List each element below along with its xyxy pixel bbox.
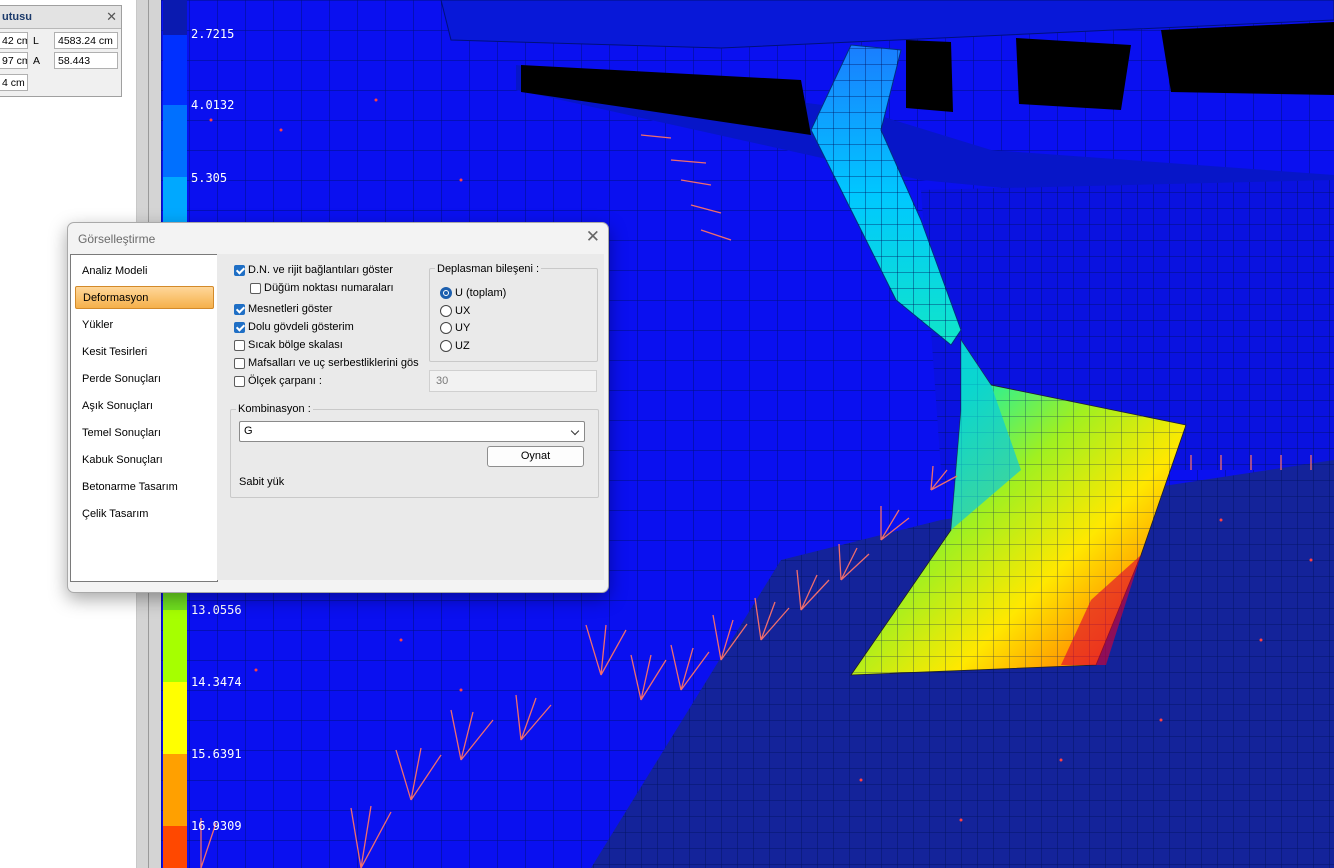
combination-select-value: G — [244, 425, 253, 437]
chevron-down-icon — [570, 426, 580, 436]
checkbox-node-numbers-label: Düğüm noktası numaraları — [264, 282, 394, 294]
info-cell-1: 42 cm — [0, 32, 28, 49]
play-button[interactable]: Oynat — [487, 446, 584, 467]
legend-value-7: 16.9309 — [191, 819, 242, 833]
info-cell-4: 58.443 — [54, 52, 118, 69]
nav-item-kesit-tesirleri[interactable]: Kesit Tesirleri — [71, 341, 217, 364]
nav-item-kabuk-sonuclari[interactable]: Kabuk Sonuçları — [71, 449, 217, 472]
visualization-dialog: Görselleştirme ✕ Analiz Modeli Deformasy… — [67, 222, 609, 593]
checkbox-solid-view[interactable] — [234, 322, 245, 333]
checkbox-hinges[interactable] — [234, 358, 245, 369]
info-cell-3: 97 cm — [0, 52, 28, 69]
checkbox-hot-scale[interactable] — [234, 340, 245, 351]
info-label-a: A — [33, 55, 41, 67]
legend-value-3: 5.305 — [191, 171, 228, 185]
info-box-titlebar: utusu ✕ — [0, 6, 121, 29]
legend-value-2: 4.0132 — [191, 98, 235, 112]
checkbox-solid-view-label: Dolu gövdeli gösterim — [248, 321, 354, 333]
legend-value-5: 14.3474 — [191, 675, 242, 689]
nav-item-perde-sonuclari[interactable]: Perde Sonuçları — [71, 368, 217, 391]
nav-item-celik-tasarim[interactable]: Çelik Tasarım — [71, 503, 217, 526]
info-label-l: L — [33, 35, 39, 47]
info-box-title: utusu — [2, 11, 32, 23]
deformation-settings: D.N. ve rijit bağlantıları göster Düğüm … — [217, 254, 604, 580]
displacement-group-title: Deplasman bileşeni : — [435, 263, 542, 275]
close-icon[interactable]: ✕ — [586, 227, 600, 247]
combination-group-title: Kombinasyon : — [236, 403, 313, 415]
checkbox-scale-factor[interactable] — [234, 376, 245, 387]
combination-description: Sabit yük — [239, 476, 285, 488]
checkbox-scale-factor-label: Ölçek çarpanı : — [248, 375, 322, 387]
opening-3 — [1016, 38, 1131, 110]
nav-item-yukler[interactable]: Yükler — [71, 314, 217, 337]
opening-2 — [906, 40, 953, 112]
radio-u-total-label: U (toplam) — [455, 287, 507, 299]
dialog-title: Görselleştirme — [78, 232, 156, 246]
legend-value-4: 13.0556 — [191, 603, 242, 617]
radio-uz[interactable] — [440, 340, 452, 352]
radio-ux[interactable] — [440, 305, 452, 317]
checkbox-hinges-label: Mafsalları ve uç serbestliklerini gös — [248, 357, 419, 369]
checkbox-supports[interactable] — [234, 304, 245, 315]
legend-value-6: 15.6391 — [191, 747, 242, 761]
category-list: Analiz Modeli Deformasyon Yükler Kesit T… — [70, 254, 218, 582]
checkbox-dn-rijit-label: D.N. ve rijit bağlantıları göster — [248, 264, 393, 276]
nav-item-betonarme-tasarim[interactable]: Betonarme Tasarım — [71, 476, 217, 499]
combination-select[interactable]: G — [239, 421, 585, 442]
checkbox-supports-label: Mesnetleri göster — [248, 303, 333, 315]
radio-uz-label: UZ — [455, 340, 470, 352]
section-info-box: utusu ✕ 42 cm L 4583.24 cm 97 cm A 58.44… — [0, 5, 122, 97]
nav-item-temel-sonuclari[interactable]: Temel Sonuçları — [71, 422, 217, 445]
info-cell-5: 4 cm — [0, 74, 28, 91]
checkbox-node-numbers[interactable] — [250, 283, 261, 294]
opening-4 — [1161, 22, 1334, 95]
close-icon[interactable]: ✕ — [106, 9, 117, 25]
radio-ux-label: UX — [455, 305, 471, 317]
legend-value-1: 2.7215 — [191, 27, 235, 41]
checkbox-hot-scale-label: Sıcak bölge skalası — [248, 339, 343, 351]
scale-factor-input[interactable]: 30 — [429, 370, 597, 392]
nav-item-deformasyon[interactable]: Deformasyon — [75, 286, 214, 309]
nav-item-asik-sonuclari[interactable]: Aşık Sonuçları — [71, 395, 217, 418]
radio-u-total[interactable] — [440, 287, 452, 299]
checkbox-dn-rijit[interactable] — [234, 265, 245, 276]
info-cell-2: 4583.24 cm — [54, 32, 118, 49]
radio-uy[interactable] — [440, 322, 452, 334]
radio-uy-label: UY — [455, 322, 471, 334]
nav-item-analiz-modeli[interactable]: Analiz Modeli — [71, 260, 217, 283]
